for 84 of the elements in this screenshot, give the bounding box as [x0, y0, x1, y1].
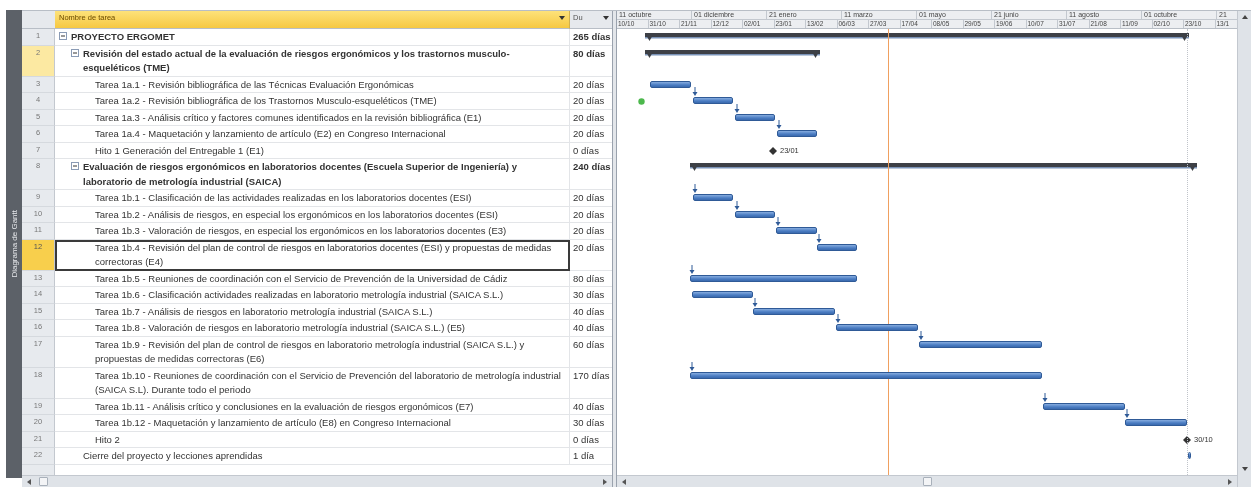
table-cell[interactable]: PROYECTO ERGOMET	[55, 29, 570, 46]
task-name: Tarea 1b.10 - Reuniones de coordinación con el Servicio de Prevención del laboratorio de metrología industrial (SAICA S.L). Durante todo el periodo	[95, 368, 562, 397]
scroll-left-icon[interactable]	[27, 478, 31, 485]
row-number-column	[22, 464, 55, 475]
link-arrow	[775, 217, 781, 226]
table-cell[interactable]: Tarea 1b.8 - Valoración de riesgos en laboratorio metrología industrial (SAICA S.L.) (E5)	[55, 320, 570, 337]
table-cell[interactable]: Tarea 1b.10 - Reuniones de coordinación con el Servicio de Prevención del laboratorio de metrología industrial (SAICA S.L). Durante todo el periodo	[55, 367, 570, 399]
task-name: Tarea 1b.8 - Valoración de riesgos en laboratorio metrología industrial (SAICA S.L.) (E5)	[95, 321, 466, 335]
link-arrow	[689, 361, 695, 371]
link-arrow	[692, 87, 698, 96]
task-name: Tarea 1a.3 - Análisis crítico y factores comunes identificados en la revisión bibliográfica (E1)	[95, 110, 483, 125]
scroll-thumb[interactable]	[39, 477, 48, 486]
link-arrow	[689, 264, 695, 274]
task-name: Tarea 1b.3 - Valoración de riesgos, en especial los ergonómicos en los laboratorios docentes (E3)	[95, 224, 508, 238]
summary-bar[interactable]	[690, 163, 1197, 171]
task-name: Revisión del estado actual de la evaluación de riesgos ergonómicos y los trastornos musculo-esqueléticos (TME)	[83, 46, 511, 75]
table-cell[interactable]: Tarea 1b.12 - Maquetación y lanzamiento de artículo (E8) en Congreso Internacional	[55, 415, 570, 432]
collapse-icon[interactable]	[59, 32, 67, 40]
dropdown-icon[interactable]	[603, 16, 609, 20]
collapse-icon[interactable]	[71, 48, 79, 57]
task-name: Tarea 1a.4 - Maquetación y lanzamiento de artículo (E2) en Congreso Internacional	[95, 127, 447, 141]
scroll-thumb[interactable]	[922, 477, 932, 486]
scroll-up-icon[interactable]	[1241, 15, 1248, 19]
task-name: Tarea 1b.4 - Revisión del plan de control de riesgos en laboratorios docentes (ESI) y propuestas de medidas correctoras (E4)	[95, 240, 553, 269]
task-bar[interactable]	[753, 307, 835, 315]
link-arrow	[776, 120, 782, 129]
horizontal-scrollbar[interactable]	[22, 475, 612, 487]
scroll-right-icon[interactable]	[1228, 478, 1232, 485]
task-name: Tarea 1a.1 - Revisión bibliográfica de las Técnicas Evaluación Ergonómicas	[95, 77, 415, 92]
task-name: Evaluación de riesgos ergonómicos en laboratorios docentes (Escuela Superior de Ingeniería) y laboratorio de metrología industrial (SAICA)	[83, 160, 518, 189]
table-cell[interactable]: Tarea 1b.9 - Revisión del plan de control de riesgos en laboratorio metrología industrial (SAICA S.L.) y propuestas de medidas correctoras (E6)	[55, 336, 570, 368]
task-bar[interactable]	[735, 113, 775, 121]
table-cell[interactable]: Tarea 1b.1 - Clasificación de las actividades realizadas en los laboratorios docentes (ESI)	[55, 190, 570, 207]
scroll-right-icon[interactable]	[603, 478, 607, 485]
task-bar[interactable]	[919, 340, 1042, 348]
table-cell[interactable]: Tarea 1b.3 - Valoración de riesgos, en especial los ergonómicos en los laboratorios docentes (E3)	[55, 223, 570, 240]
scroll-down-icon[interactable]	[1241, 467, 1248, 471]
milestone-icon[interactable]	[769, 146, 777, 155]
table-cell[interactable]: Tarea 1a.4 - Maquetación y lanzamiento de artículo (E2) en Congreso Internacional	[55, 126, 570, 143]
table-cell[interactable]: Revisión del estado actual de la evaluación de riesgos ergonómicos y los trastornos musculo-esqueléticos (TME)	[55, 45, 570, 77]
task-name: Tarea 1b.6 - Clasificación actividades realizadas en laboratorio metrología industrial (SAICA S.L.)	[95, 288, 505, 302]
task-bar[interactable]	[735, 210, 775, 218]
task-bar[interactable]	[690, 274, 857, 282]
table-cell[interactable]: Evaluación de riesgos ergonómicos en laboratorios docentes (Escuela Superior de Ingeniería) y laboratorio de metrología industrial (SAICA)	[55, 159, 570, 190]
dropdown-icon[interactable]	[559, 16, 565, 20]
summary-bar[interactable]	[645, 33, 1189, 41]
task-bar[interactable]	[1188, 452, 1191, 459]
link-arrow	[1042, 392, 1048, 402]
link-arrow	[752, 297, 758, 307]
task-name: Tarea 1a.2 - Revisión bibliográfica de los Trastornos Musculo-esqueléticos (TME)	[95, 94, 438, 108]
view-label: Diagrama de Gantt	[9, 210, 19, 278]
status-dot-icon	[638, 98, 645, 105]
table-cell[interactable]: Cierre del proyecto y lecciones aprendidas	[55, 448, 570, 465]
task-name: PROYECTO ERGOMET	[71, 30, 176, 44]
table-cell[interactable]: Tarea 1b.6 - Clasificación actividades realizadas en laboratorio metrología industrial (SAICA S.L.)	[55, 287, 570, 304]
task-name: Tarea 1b.11 - Análisis crítico y conclusiones en la evaluación de riesgos ergonómicos (E7)	[95, 399, 475, 414]
link-arrow	[734, 103, 740, 113]
link-arrow	[918, 330, 924, 340]
table-cell[interactable]: Tarea 1a.2 - Revisión bibliográfica de los Trastornos Musculo-esqueléticos (TME)	[55, 93, 570, 110]
task-name: Tarea 1b.12 - Maquetación y lanzamiento de artículo (E8) en Congreso Internacional	[95, 416, 452, 430]
task-name: Tarea 1b.7 - Análisis de riesgos en laboratorio metrología industrial (SAICA S.L.)	[95, 304, 434, 319]
vertical-scrollbar[interactable]	[1237, 11, 1251, 487]
horizontal-scrollbar[interactable]	[617, 475, 1237, 487]
link-arrow	[1124, 409, 1130, 418]
task-name: Hito 2	[95, 432, 121, 447]
link-arrow	[692, 184, 698, 193]
collapse-icon[interactable]	[71, 162, 79, 170]
task-name: Tarea 1b.5 - Reuniones de coordinación con el Servicio de Prevención de la Universidad de Cádiz	[95, 271, 509, 286]
milestone-icon[interactable]	[1183, 435, 1191, 444]
link-arrow	[816, 233, 822, 243]
task-name: Tarea 1b.1 - Clasificación de las actividades realizadas en los laboratorios docentes (ESI)	[95, 191, 473, 205]
task-bar[interactable]	[817, 243, 857, 251]
link-arrow	[734, 200, 740, 210]
link-arrow	[835, 314, 841, 323]
task-bar[interactable]	[690, 371, 1042, 379]
task-bar[interactable]	[1043, 402, 1125, 410]
table-cell[interactable]: Tarea 1b.4 - Revisión del plan de control de riesgos en laboratorios docentes (ESI) y propuestas de medidas correctoras (E4)	[55, 239, 570, 271]
task-name: Tarea 1b.9 - Revisión del plan de control de riesgos en laboratorio metrología industrial (SAICA S.L.) y propuestas de medidas correctoras (E6)	[95, 337, 526, 366]
task-name: Cierre del proyecto y lecciones aprendidas	[83, 449, 264, 463]
task-bar[interactable]	[650, 80, 691, 88]
scroll-left-icon[interactable]	[622, 478, 626, 485]
task-name: Tarea 1b.2 - Análisis de riesgos, en especial los ergonómicos en los laboratorios docentes (ESI)	[95, 207, 499, 222]
task-name: Hito 1 Generación del Entregable 1 (E1)	[95, 143, 265, 158]
summary-bar[interactable]	[645, 49, 820, 58]
